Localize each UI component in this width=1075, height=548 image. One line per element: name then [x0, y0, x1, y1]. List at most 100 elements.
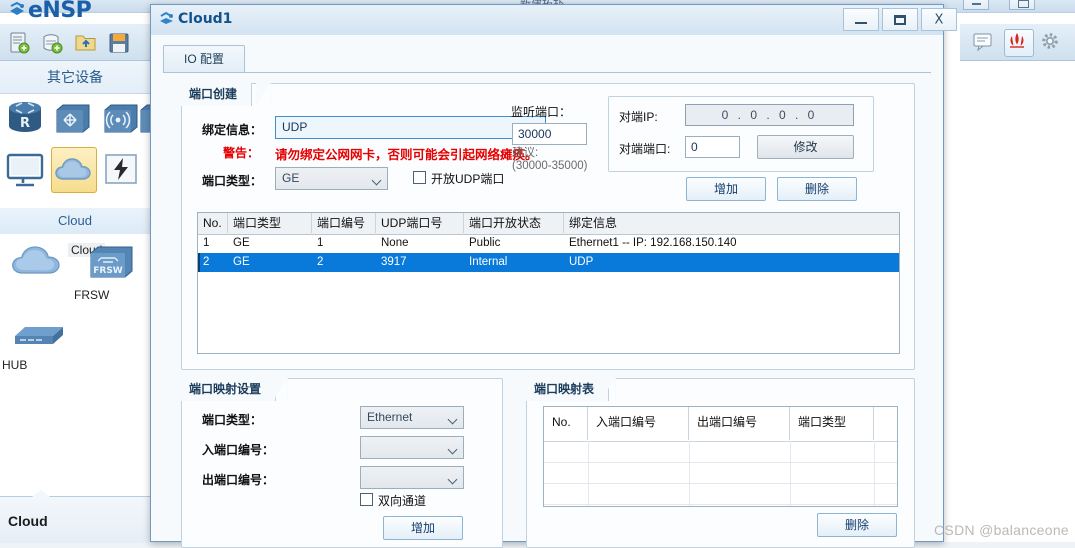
power-icon — [105, 154, 137, 184]
device-item-cloud[interactable]: Cloud — [2, 240, 106, 285]
chevron-down-icon — [373, 177, 381, 182]
warning-text: 请勿绑定公网网卡，否则可能会引起网络瘫痪。 — [275, 148, 538, 162]
chevron-down-icon — [449, 476, 457, 481]
device-label-frsw: FRSW — [74, 288, 110, 302]
sidebar-category-label: Cloud — [0, 208, 150, 235]
new-topology-button[interactable] — [37, 28, 69, 58]
checkbox-box — [360, 493, 373, 506]
dialog-close-button[interactable]: X — [921, 8, 957, 31]
tabstrip: IO 配置 — [163, 45, 931, 73]
add-port-button[interactable]: 增加 — [686, 177, 766, 201]
cell-udp-port: 3917 — [381, 256, 407, 268]
new-file-button[interactable] — [4, 28, 36, 58]
cloud-icon — [12, 246, 60, 274]
tab-io-config[interactable]: IO 配置 — [163, 45, 246, 72]
palette-item-router[interactable]: R — [3, 96, 49, 142]
wlan-icon — [104, 104, 138, 133]
map-col-in-port: 入端口编号 — [588, 407, 689, 440]
palette-item-pc[interactable] — [3, 147, 49, 193]
table-row[interactable]: 1 GE 1 None Public Ethernet1 -- IP: 192.… — [198, 234, 899, 253]
device-label-hub: HUB — [2, 358, 28, 372]
ensp-logo-icon — [8, 1, 26, 18]
delete-port-button[interactable]: 删除 — [777, 177, 857, 201]
out-port-label: 出端口编号： — [202, 473, 275, 487]
save-disk-icon — [107, 31, 131, 58]
main-minimize-button[interactable] — [963, 0, 989, 10]
mapping-add-button[interactable]: 增加 — [383, 516, 463, 540]
listen-port-label: 监听端口： — [511, 105, 572, 119]
bidirectional-label: 双向通道 — [378, 494, 427, 508]
app-logo-text: eNSP — [28, 0, 92, 23]
cell-no: 2 — [203, 256, 210, 268]
dialog-minimize-button[interactable] — [843, 8, 879, 31]
dialog-titlebar[interactable]: Cloud1 X — [151, 5, 957, 36]
mapping-empty-row[interactable] — [544, 483, 897, 505]
col-udp-port: UDP端口号 — [376, 213, 464, 233]
gear-icon — [1042, 33, 1058, 49]
mapping-port-type-select[interactable]: Ethernet — [360, 406, 464, 429]
map-col-out-port: 出端口编号 — [689, 407, 790, 440]
mapping-table[interactable]: No. 入端口编号 出端口编号 端口类型 — [543, 406, 898, 507]
dialog-maximize-button[interactable] — [882, 8, 918, 31]
suggestion-range: (30000-35000) — [512, 160, 588, 172]
table-row[interactable]: 2 GE 2 3917 Internal UDP — [198, 253, 899, 272]
message-icon — [973, 33, 992, 52]
binding-info-select[interactable]: UDP — [275, 116, 546, 139]
cell-state: Internal — [469, 256, 508, 268]
listen-port-input[interactable]: 30000 — [512, 123, 587, 145]
out-port-select[interactable] — [360, 466, 464, 489]
port-table-header: No. 端口类型 端口编号 UDP端口号 端口开放状态 绑定信息 — [198, 213, 899, 235]
main-maximize-button[interactable] — [1009, 0, 1035, 10]
svg-text:FRSW: FRSW — [93, 266, 123, 276]
mapping-table-title: 端口映射表 — [526, 378, 610, 401]
checkbox-box — [413, 171, 426, 184]
save-button[interactable] — [103, 28, 135, 58]
binding-info-value: UDP — [282, 120, 308, 134]
huawei-logo-icon — [1010, 33, 1024, 48]
palette-item-switch[interactable] — [51, 96, 97, 142]
huawei-logo-button[interactable] — [1004, 29, 1034, 57]
cell-no: 1 — [203, 237, 210, 249]
cloud-config-dialog: Cloud1 X IO 配置 端口创建 绑定信息： UDP 警告： 请勿绑定公网… — [150, 4, 957, 548]
port-type-select[interactable]: GE — [275, 167, 388, 190]
open-folder-button[interactable] — [70, 28, 102, 58]
peer-ip-input[interactable]: 0 . 0 . 0 . 0 — [685, 104, 854, 126]
mapping-delete-button[interactable]: 删除 — [817, 513, 897, 537]
palette-item-power[interactable] — [99, 147, 145, 193]
chevron-down-icon — [449, 416, 457, 421]
open-folder-icon — [74, 31, 98, 58]
status-bar-text: Cloud — [8, 513, 48, 529]
peer-port-input[interactable]: 0 — [685, 136, 740, 158]
frsw-icon: FRSW — [90, 246, 133, 278]
dialog-title-text: Cloud1 — [178, 11, 233, 27]
port-create-group: 端口创建 绑定信息： UDP 警告： 请勿绑定公网网卡，否则可能会引起网络瘫痪。… — [181, 83, 915, 370]
in-port-select[interactable] — [360, 436, 464, 459]
device-item-hub[interactable]: HUB — [2, 316, 74, 372]
router-icon: R — [9, 102, 41, 132]
new-topology-icon — [41, 31, 65, 58]
open-udp-port-label: 开放UDP端口 — [431, 172, 505, 186]
binding-info-label: 绑定信息： — [202, 123, 263, 137]
modify-button[interactable]: 修改 — [757, 135, 854, 159]
svg-text:R: R — [20, 116, 30, 131]
device-item-frsw[interactable]: FRSW FRSW — [74, 240, 146, 302]
tab-underline — [163, 72, 931, 73]
switch-icon — [56, 104, 90, 133]
message-button[interactable] — [970, 29, 998, 55]
port-table[interactable]: No. 端口类型 端口编号 UDP端口号 端口开放状态 绑定信息 1 GE 1 … — [197, 212, 900, 354]
status-arrow-icon — [32, 490, 50, 497]
cell-port-no: 2 — [317, 256, 324, 268]
dialog-body: IO 配置 端口创建 绑定信息： UDP 警告： 请勿绑定公网网卡，否则可能会引… — [151, 35, 943, 548]
hub-icon — [15, 327, 63, 344]
watermark: CSDN @balanceone — [934, 522, 1069, 538]
cell-port-type: GE — [233, 256, 250, 268]
group-title-slant — [273, 378, 288, 401]
settings-button[interactable] — [1038, 29, 1066, 55]
palette-item-cloud[interactable] — [51, 147, 97, 193]
col-port-no: 端口编号 — [312, 213, 376, 233]
mapping-empty-row[interactable] — [544, 462, 897, 484]
device-list: Cloud FRSW FRSW HUB — [0, 234, 150, 496]
mapping-empty-row[interactable] — [544, 441, 897, 463]
map-col-port-type: 端口类型 — [790, 407, 874, 440]
port-mapping-table-group: 端口映射表 No. 入端口编号 出端口编号 端口类型 删除 — [526, 378, 915, 548]
